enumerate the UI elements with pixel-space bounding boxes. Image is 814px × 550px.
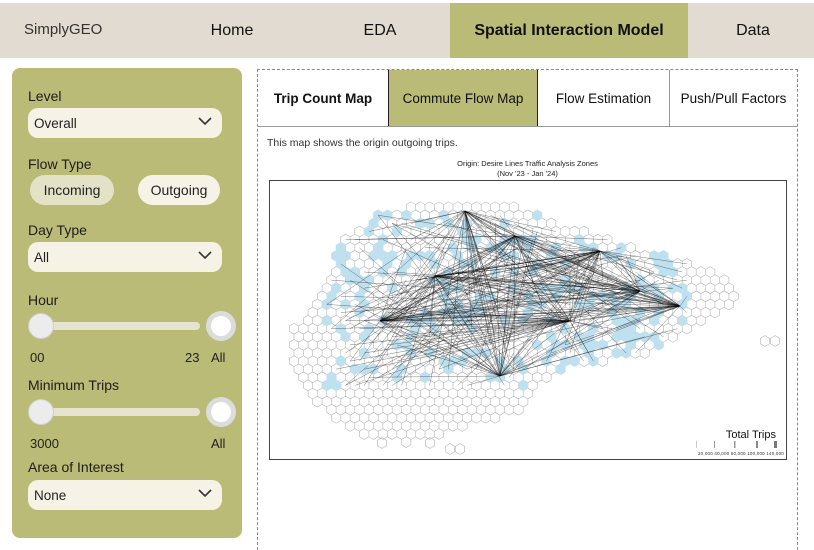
- minimum-trips-label: Minimum Trips: [28, 377, 120, 393]
- minimum-trips-all-tick: All: [211, 436, 226, 451]
- area-of-interest-select[interactable]: None: [28, 480, 222, 510]
- day-type-label: Day Type: [28, 222, 87, 238]
- hour-max-tick: 23: [185, 350, 200, 365]
- map-subtitle: (Nov '23 - Jan '24): [497, 169, 558, 178]
- minimum-trips-slider-min-handle[interactable]: [28, 399, 54, 425]
- filter-sidebar: Level Overall Flow Type Incoming Outgoin…: [12, 68, 242, 538]
- nav-home[interactable]: Home: [170, 3, 294, 58]
- level-select[interactable]: Overall: [28, 108, 222, 138]
- nav-eda[interactable]: EDA: [318, 3, 442, 58]
- chevron-down-icon: [198, 117, 212, 126]
- hour-min-tick: 00: [30, 350, 45, 365]
- map-tabs: Trip Count Map Commute Flow Map Flow Est…: [258, 70, 797, 127]
- tab-trip-count-map[interactable]: Trip Count Map: [258, 70, 388, 126]
- desire-lines-map[interactable]: Total Trips 20,000 40,000 60,000 100,000…: [269, 180, 787, 460]
- minimum-trips-slider-track[interactable]: [30, 408, 200, 416]
- tab-commute-flow-map[interactable]: Commute Flow Map: [388, 70, 538, 126]
- nav-spatial-interaction-model[interactable]: Spatial Interaction Model: [450, 3, 688, 58]
- day-type-value: All: [34, 249, 50, 265]
- hour-slider-min-handle[interactable]: [28, 313, 54, 339]
- map-description: This map shows the origin outgoing trips…: [267, 137, 458, 149]
- area-of-interest-value: None: [34, 487, 67, 503]
- minimum-trips-min-tick: 3000: [30, 436, 59, 451]
- minimum-trips-slider-max-handle[interactable]: [206, 397, 236, 427]
- map-title: Origin: Desire Lines Traffic Analysis Zo…: [457, 159, 598, 168]
- chevron-down-icon: [198, 251, 212, 260]
- hour-slider-max-handle[interactable]: [206, 311, 236, 341]
- area-of-interest-label: Area of Interest: [28, 459, 124, 475]
- flow-type-incoming-button[interactable]: Incoming: [30, 175, 114, 205]
- tab-flow-estimation[interactable]: Flow Estimation: [538, 70, 670, 126]
- hour-slider-track[interactable]: [30, 322, 200, 330]
- top-navbar: SimplyGEO Home EDA Spatial Interaction M…: [0, 3, 814, 58]
- brand-logo[interactable]: SimplyGEO: [24, 21, 102, 38]
- hexagon-zone-map: [289, 201, 780, 455]
- legend-ticks: 20,000 40,000 60,000 100,000 140,000: [697, 451, 784, 456]
- hour-all-tick: All: [211, 350, 226, 365]
- flow-type-outgoing-button[interactable]: Outgoing: [138, 175, 220, 205]
- chevron-down-icon: [198, 489, 212, 498]
- tab-push-pull-factors[interactable]: Push/Pull Factors: [670, 70, 797, 126]
- flow-type-label: Flow Type: [28, 156, 92, 172]
- main-panel: Trip Count Map Commute Flow Map Flow Est…: [257, 69, 798, 550]
- legend-line-widths: [696, 441, 777, 448]
- hour-label: Hour: [28, 292, 59, 308]
- day-type-select[interactable]: All: [28, 242, 222, 272]
- level-label: Level: [28, 88, 62, 104]
- level-value: Overall: [34, 115, 77, 131]
- nav-data[interactable]: Data: [692, 3, 814, 58]
